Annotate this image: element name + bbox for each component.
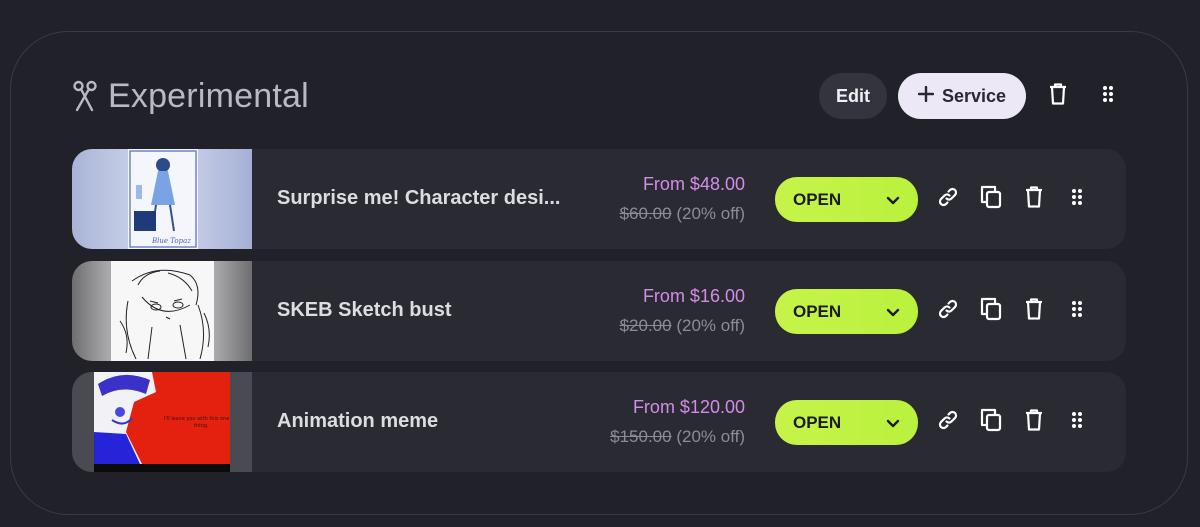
row-actions — [930, 404, 1102, 440]
price-from: From $16.00 — [642, 286, 745, 306]
section-title: Experimental — [108, 76, 309, 115]
section-actions: Edit Service — [819, 73, 1126, 119]
svg-text:Blue Topaz: Blue Topaz — [151, 237, 191, 245]
svg-text:thing.: thing. — [194, 423, 209, 429]
price-original-group: $150.00 (20% off) — [610, 427, 745, 447]
price-original: $150.00 — [610, 427, 672, 446]
section-header: Experimental Edit Service — [72, 72, 1126, 120]
price-from: From $48.00 — [642, 174, 745, 194]
status-dropdown[interactable]: OPEN — [775, 400, 918, 445]
link-icon — [937, 298, 959, 325]
drag-handle-icon — [1071, 300, 1083, 323]
chevron-down-icon — [886, 413, 900, 433]
service-title: Animation meme — [277, 410, 439, 432]
price-block: From $48.00 $60.00 (20% off) — [620, 174, 745, 224]
status-dropdown[interactable]: OPEN — [775, 289, 918, 334]
discount-label: (20% off) — [676, 316, 745, 335]
price-original-group: $60.00 (20% off) — [620, 204, 745, 224]
trash-icon — [1049, 82, 1067, 110]
copy-link-button[interactable] — [930, 293, 966, 329]
service-thumbnail — [72, 261, 252, 361]
delete-section-button[interactable] — [1040, 78, 1076, 114]
service-thumbnail: I'll leave you with this one thing. — [72, 372, 252, 472]
service-thumbnail: Blue Topaz — [72, 149, 252, 249]
copy-icon — [980, 297, 1002, 326]
plus-icon — [917, 85, 935, 107]
service-row[interactable]: I'll leave you with this one thing. Anim… — [72, 372, 1126, 472]
price-from: From $120.00 — [632, 397, 745, 417]
service-title: Surprise me! Character desi... — [277, 187, 561, 209]
drag-handle-icon — [1102, 85, 1114, 108]
status-label: OPEN — [793, 412, 842, 432]
service-title: SKEB Sketch bust — [277, 299, 452, 321]
section-title-group: Experimental — [72, 77, 819, 116]
delete-service-button[interactable] — [1016, 293, 1052, 329]
drag-handle-icon — [1071, 188, 1083, 211]
row-drag-handle[interactable] — [1059, 293, 1095, 329]
scissors-icon — [72, 79, 98, 113]
edit-button[interactable]: Edit — [819, 73, 887, 119]
delete-service-button[interactable] — [1016, 181, 1052, 217]
row-actions — [930, 181, 1102, 217]
service-row[interactable]: SKEB Sketch bust From $16.00 $20.00 (20%… — [72, 261, 1126, 361]
copy-icon — [980, 408, 1002, 437]
row-drag-handle[interactable] — [1059, 181, 1095, 217]
status-dropdown[interactable]: OPEN — [775, 177, 918, 222]
price-block: From $120.00 $150.00 (20% off) — [610, 397, 745, 447]
price-original: $20.00 — [619, 316, 672, 335]
chevron-down-icon — [886, 190, 900, 210]
copy-link-button[interactable] — [930, 181, 966, 217]
discount-label: (20% off) — [676, 427, 745, 446]
add-service-label: Service — [941, 85, 1007, 106]
row-drag-handle[interactable] — [1059, 404, 1095, 440]
copy-link-button[interactable] — [930, 404, 966, 440]
link-icon — [937, 409, 959, 436]
drag-handle-icon — [1071, 411, 1083, 434]
price-original: $60.00 — [619, 204, 672, 223]
chevron-down-icon — [886, 302, 900, 322]
link-icon — [937, 186, 959, 213]
duplicate-button[interactable] — [973, 293, 1009, 329]
delete-service-button[interactable] — [1016, 404, 1052, 440]
trash-icon — [1025, 297, 1043, 325]
section-drag-handle[interactable] — [1090, 78, 1126, 114]
add-service-button[interactable]: Service — [898, 73, 1026, 119]
price-original-group: $20.00 (20% off) — [620, 316, 745, 336]
trash-icon — [1025, 408, 1043, 436]
row-actions — [930, 293, 1102, 329]
edit-button-label: Edit — [836, 85, 870, 106]
trash-icon — [1025, 185, 1043, 213]
svg-text:I'll leave you with this one: I'll leave you with this one — [164, 416, 229, 422]
copy-icon — [980, 185, 1002, 214]
service-row[interactable]: Blue Topaz Surprise me! Character desi..… — [72, 149, 1126, 249]
duplicate-button[interactable] — [973, 181, 1009, 217]
discount-label: (20% off) — [676, 204, 745, 223]
price-block: From $16.00 $20.00 (20% off) — [620, 286, 745, 336]
status-label: OPEN — [793, 189, 842, 209]
status-label: OPEN — [793, 301, 842, 321]
duplicate-button[interactable] — [973, 404, 1009, 440]
